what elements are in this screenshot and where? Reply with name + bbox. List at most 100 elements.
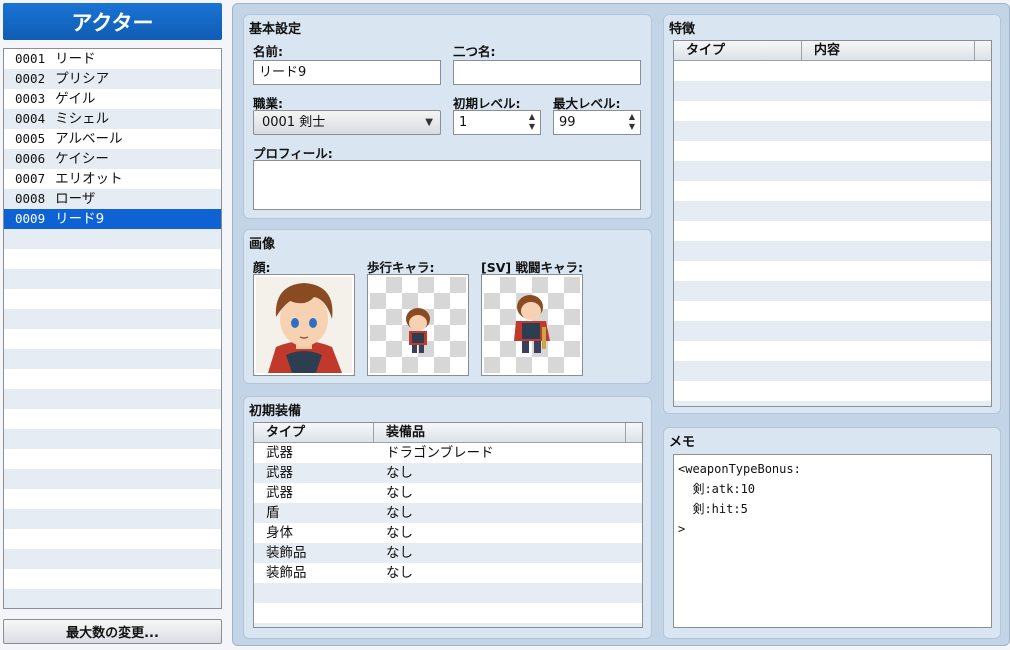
max-level-spinner[interactable]: 99 ▲ ▼	[553, 110, 641, 135]
equipment-row[interactable]: 武器 なし	[254, 463, 642, 483]
actor-name: リード9	[55, 211, 105, 227]
equipment-type: 装飾品	[266, 545, 307, 561]
max-level-value: 99	[559, 115, 576, 130]
actor-list-item[interactable]: 0003 ゲイル	[4, 89, 221, 109]
equipment-item: なし	[386, 465, 413, 481]
equipment-item: なし	[386, 485, 413, 501]
actor-id: 0007	[15, 171, 46, 186]
equipment-type: 武器	[266, 485, 293, 501]
images-group: 画像 顔: 歩行キャラ: [SV] 戦闘キャラ:	[243, 229, 652, 384]
walking-sprite-image	[406, 308, 430, 353]
equipment-row[interactable]: 装飾品 なし	[254, 563, 642, 583]
actor-name: ミシェル	[55, 111, 110, 127]
equipment-type: 身体	[266, 525, 293, 541]
actor-list-item[interactable]: 0007 エリオット	[4, 169, 221, 189]
equipment-table[interactable]: タイプ 装備品 武器 ドラゴンブレード 武器 なし 武器 なし盾なし 身体 なし 装飾品 なし 装飾…	[253, 422, 643, 628]
actor-id: 0003	[15, 91, 46, 106]
initial-equipment-group: 初期装備 タイプ 装備品 武器 ドラゴンブレード 武器 なし 武器 なし盾なし 身体 なし 装飾…	[243, 396, 652, 639]
memo-group: メモ <weaponTypeBonus: 剣:atk:10 剣:hit:5 >	[663, 427, 1001, 639]
character-image[interactable]	[367, 274, 469, 376]
actor-id: 0009	[15, 211, 46, 226]
actor-id: 0006	[15, 151, 46, 166]
equipment-type: 武器	[266, 465, 293, 481]
equipment-row[interactable]: 身体 なし	[254, 523, 642, 543]
equipment-item: なし	[386, 565, 413, 581]
traits-table[interactable]: タイプ 内容	[673, 40, 992, 407]
face-image[interactable]	[253, 274, 355, 376]
nickname-field[interactable]	[453, 60, 641, 85]
actor-id: 0004	[15, 111, 46, 126]
equipment-row[interactable]: 装飾品 なし	[254, 543, 642, 563]
equipment-col-item[interactable]: 装備品	[374, 423, 626, 442]
initial-level-value: 1	[459, 115, 468, 130]
actor-list-item[interactable]: 0006 ケイシー	[4, 149, 221, 169]
equipment-row[interactable]: 武器 なし	[254, 483, 642, 503]
equipment-type: 盾	[266, 505, 280, 521]
name-label: 名前:	[253, 44, 283, 59]
transparency-background	[370, 277, 466, 373]
actor-list-item[interactable]: 0005 アルベール	[4, 129, 221, 149]
equipment-item: なし	[386, 525, 413, 541]
equipment-col-type[interactable]: タイプ	[254, 423, 374, 442]
equipment-row[interactable]: 盾 なし	[254, 503, 642, 523]
actor-id: 0005	[15, 131, 46, 146]
equipment-table-body: 武器 ドラゴンブレード 武器 なし 武器 なし盾なし 身体 なし 装飾品 なし 装飾品 なし	[254, 443, 642, 627]
actor-name: ケイシー	[55, 151, 109, 167]
actor-list[interactable]: 0001 リード 0002 プリシア 0003 ゲイル 0004 ミシェル 0005 アルベール 0…	[3, 48, 222, 609]
actor-editor-panel: 基本設定 名前: リード9 二つ名: 職業: 0001 剣士 ▼ 初期レベル: …	[232, 3, 1010, 646]
traits-col-type[interactable]: タイプ	[674, 41, 802, 60]
battler-sprite-image	[514, 295, 550, 353]
memo-content: <weaponTypeBonus: 剣:atk:10 剣:hit:5 >	[678, 459, 801, 539]
memo-line: 剣:atk:10	[678, 482, 756, 496]
name-field[interactable]: リード9	[253, 60, 441, 85]
chevron-down-icon: ▼	[425, 117, 433, 128]
basic-settings-group: 基本設定 名前: リード9 二つ名: 職業: 0001 剣士 ▼ 初期レベル: …	[243, 14, 652, 219]
traits-table-body	[674, 61, 991, 406]
equipment-type: 武器	[266, 445, 293, 461]
actor-list-item[interactable]: 0001 リード	[4, 49, 221, 69]
actor-name: エリオット	[55, 171, 123, 187]
actor-name: リード	[55, 51, 96, 67]
spinner-arrows-icon[interactable]: ▲ ▼	[627, 112, 637, 132]
equipment-item: なし	[386, 505, 413, 521]
class-value: 0001 剣士	[262, 115, 326, 130]
actor-list-item[interactable]: 0004 ミシェル	[4, 109, 221, 129]
memo-title: メモ	[669, 435, 696, 450]
basic-settings-title: 基本設定	[249, 22, 302, 37]
initial-level-spinner[interactable]: 1 ▲ ▼	[453, 110, 541, 135]
equipment-item: なし	[386, 545, 413, 561]
transparency-background	[484, 277, 580, 373]
actor-list-item[interactable]: 0008 ローザ	[4, 189, 221, 209]
traits-col-content[interactable]: 内容	[802, 41, 975, 60]
memo-line: >	[678, 522, 686, 536]
images-title: 画像	[249, 237, 276, 252]
traits-title: 特徴	[669, 22, 696, 37]
actor-name: ゲイル	[55, 91, 96, 107]
memo-textarea[interactable]: <weaponTypeBonus: 剣:atk:10 剣:hit:5 >	[673, 454, 992, 628]
actor-name: プリシア	[55, 71, 110, 87]
change-maximum-button[interactable]: 最大数の変更...	[3, 619, 222, 644]
equipment-item: ドラゴンブレード	[386, 445, 494, 461]
actor-id: 0008	[15, 191, 46, 206]
traits-table-header: タイプ 内容	[674, 41, 991, 61]
actor-list-header: アクター	[3, 3, 222, 40]
initial-equipment-title: 初期装備	[249, 404, 302, 419]
face-portrait-image	[256, 277, 352, 373]
equipment-type: 装飾品	[266, 565, 307, 581]
class-dropdown[interactable]: 0001 剣士 ▼	[253, 110, 441, 135]
equipment-table-header: タイプ 装備品	[254, 423, 642, 443]
nickname-label: 二つ名:	[453, 44, 496, 59]
actor-list-item[interactable]: 0009 リード9	[4, 209, 221, 229]
actor-id: 0002	[15, 71, 46, 86]
battler-image[interactable]	[481, 274, 583, 376]
memo-line: <weaponTypeBonus:	[678, 462, 801, 476]
traits-group: 特徴 タイプ 内容	[663, 14, 1001, 414]
actor-list-item[interactable]: 0002 プリシア	[4, 69, 221, 89]
profile-textarea[interactable]	[253, 160, 641, 210]
memo-line: 剣:hit:5	[678, 502, 748, 516]
spinner-arrows-icon[interactable]: ▲ ▼	[527, 112, 537, 132]
actor-name: アルベール	[55, 131, 123, 147]
actor-id: 0001	[15, 51, 46, 66]
actor-name: ローザ	[55, 191, 96, 207]
equipment-row[interactable]: 武器 ドラゴンブレード	[254, 443, 642, 463]
